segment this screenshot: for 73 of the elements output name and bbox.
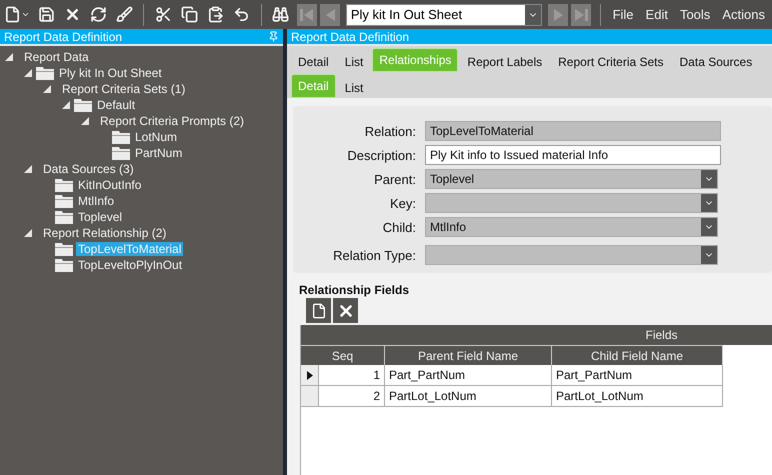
folder-icon (55, 242, 73, 256)
column-group-header: Fields (301, 325, 772, 345)
tree-item[interactable]: Report Criteria Sets (1) (60, 82, 188, 96)
tree-item[interactable]: KitInOutInfo (76, 178, 144, 192)
input-field[interactable]: Ply Kit info to Issued material Info (425, 145, 721, 165)
tree-item[interactable]: TopLeveltoPlyInOut (76, 258, 184, 272)
folder-icon (74, 98, 92, 112)
panel-title: Report Data Definition (291, 30, 410, 44)
tree-item[interactable]: Toplevel (76, 210, 124, 224)
expand-icon[interactable] (80, 116, 90, 126)
record-combo[interactable]: Ply kit In Out Sheet (346, 4, 542, 26)
field-label: Child: (382, 220, 416, 234)
tree-item[interactable]: Ply kit In Out Sheet (57, 66, 164, 80)
new-row-button[interactable] (306, 298, 331, 323)
table-cell: Part_PartNum (385, 365, 552, 386)
folder-icon (55, 210, 73, 224)
table-cell: Part_PartNum (552, 365, 723, 386)
field-label: Parent: (373, 172, 416, 186)
tree-item[interactable]: Report Relationship (2) (41, 226, 168, 240)
panel-title: Report Data Definition (4, 30, 122, 44)
field-label: Key: (388, 196, 416, 210)
new-icon[interactable] (4, 4, 30, 26)
last-record-icon (572, 6, 589, 22)
expand-icon[interactable] (4, 52, 14, 62)
table-cell: 2 (319, 386, 385, 407)
tree-item[interactable]: Report Data (22, 50, 91, 64)
column-header[interactable]: Parent Field Name (385, 345, 552, 365)
field-label: Relation: (364, 124, 416, 138)
expand-icon[interactable] (42, 84, 52, 94)
folder-icon (55, 194, 73, 208)
field-label: Description: (346, 148, 416, 162)
tab[interactable]: Report Labels (460, 52, 550, 72)
dropdown-field[interactable]: Toplevel (425, 169, 718, 189)
expand-icon[interactable] (61, 100, 71, 110)
table-cell: 1 (319, 365, 385, 386)
field-label: Relation Type: (332, 248, 416, 262)
tree-item[interactable]: MtlInfo (76, 194, 116, 208)
tab[interactable]: Detail (291, 52, 336, 72)
folder-icon (55, 178, 73, 192)
column-header[interactable]: Seq (301, 345, 385, 365)
expand-icon[interactable] (23, 68, 33, 78)
menu-item[interactable]: File (610, 7, 637, 22)
copy-icon[interactable] (179, 4, 200, 26)
row-indicator[interactable] (301, 365, 319, 386)
column-header[interactable]: Child Field Name (552, 345, 723, 365)
page-icon (310, 302, 326, 318)
folder-icon (112, 146, 130, 160)
tree-item[interactable]: Default (95, 98, 138, 112)
tree-item[interactable]: PartNum (133, 146, 184, 160)
dropdown-field[interactable]: MtlInfo (425, 217, 718, 237)
menu-item[interactable]: Actions (719, 7, 768, 22)
table-cell: PartLot_LotNum (552, 386, 723, 407)
tab[interactable]: List (338, 52, 370, 72)
tab[interactable]: Report Criteria Sets (551, 52, 671, 72)
expand-icon[interactable] (23, 228, 33, 238)
menu-item[interactable]: Edit (642, 7, 671, 22)
tab[interactable]: Data Sources (672, 52, 760, 72)
tree-item[interactable]: LotNum (133, 130, 180, 144)
tab[interactable]: List (338, 78, 370, 98)
folder-icon (55, 258, 73, 272)
folder-icon (112, 130, 130, 144)
section-title: Relationship Fields (299, 283, 410, 297)
dropdown-field[interactable] (425, 193, 718, 213)
menu-item[interactable]: Tools (676, 7, 714, 22)
folder-icon (36, 66, 54, 80)
expand-icon[interactable] (23, 164, 33, 174)
first-record-icon (298, 6, 315, 22)
delete-row-button[interactable] (333, 298, 358, 323)
input-field[interactable]: TopLevelToMaterial (425, 121, 721, 141)
dropdown-field[interactable] (425, 245, 718, 265)
tree-item[interactable]: Report Criteria Prompts (2) (98, 114, 246, 128)
table-cell: PartLot_LotNum (385, 386, 552, 407)
tree-item[interactable]: Data Sources (3) (41, 162, 136, 176)
